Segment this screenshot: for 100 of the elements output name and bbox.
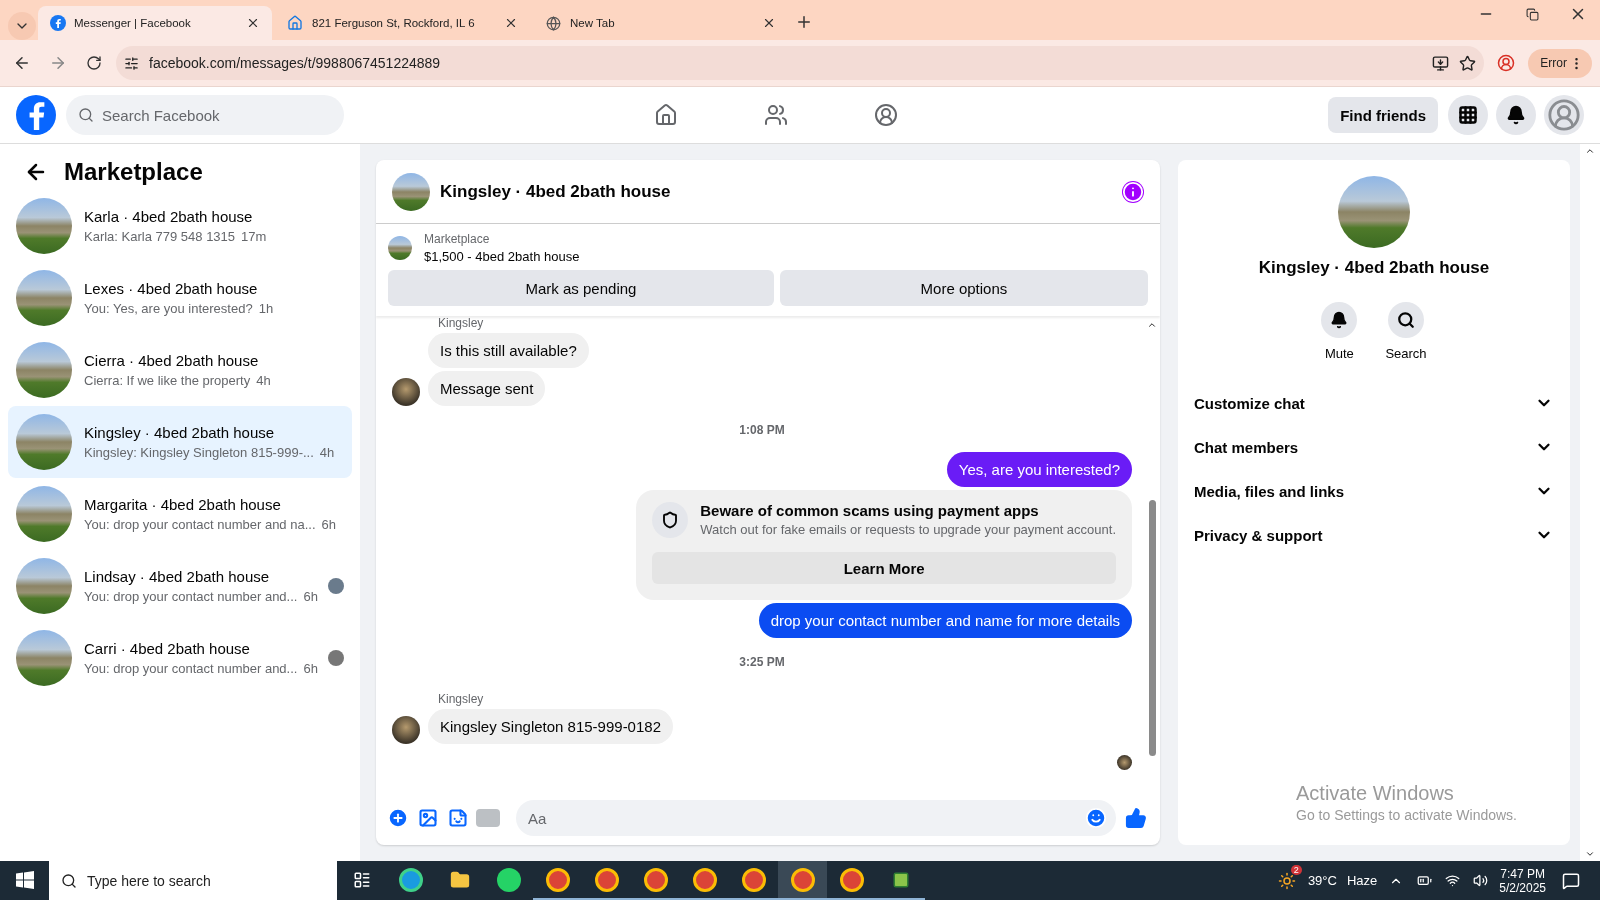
details-section[interactable]: Customize chat: [1194, 381, 1554, 425]
message-bubble: Is this still available?: [428, 333, 589, 368]
notification-badge: 2: [1290, 864, 1302, 875]
taskbar-clock[interactable]: 7:47 PM 5/2/2025: [1499, 866, 1546, 895]
message-time: 4h: [319, 445, 335, 460]
conversation-name: Cierra · 4bed 2bath house: [84, 352, 260, 369]
taskbar-search-field[interactable]: Type here to search: [49, 861, 337, 900]
globe-icon: [544, 14, 562, 32]
details-section[interactable]: Media, files and links: [1194, 469, 1554, 513]
message-field[interactable]: Aa: [516, 800, 1116, 836]
warning-title: Beware of common scams using payment apps: [700, 502, 1040, 519]
search-icon: [61, 872, 77, 889]
listing-action-button[interactable]: More options: [779, 270, 1148, 306]
facebook-logo[interactable]: [16, 95, 56, 135]
scrollbar-thumb[interactable]: [1148, 500, 1156, 756]
star-icon[interactable]: [1459, 54, 1477, 72]
photo-placeholder: [392, 172, 430, 211]
search-icon: [78, 107, 94, 123]
browser-tab[interactable]: 821 Ferguson St, Rockford, IL 6: [274, 6, 530, 40]
find-friends-button[interactable]: Find friends: [1328, 97, 1438, 133]
sender-name: Kingsley: [438, 316, 485, 330]
install-icon[interactable]: [1432, 54, 1450, 72]
image-icon[interactable]: [416, 806, 440, 830]
message-time: 6h: [303, 661, 318, 676]
message-preview: You: drop your contact number and...: [84, 661, 298, 676]
shield-icon: [652, 502, 689, 538]
message-preview: Cierra: If we like the property: [84, 373, 251, 388]
sidebar-title: Marketplace: [64, 158, 203, 186]
message-time: 6h: [303, 589, 318, 604]
scroll-down-icon[interactable]: [1585, 849, 1595, 859]
message-preview: You: drop your contact number and...: [84, 589, 298, 604]
listing-action-button[interactable]: Mark as pending: [388, 270, 774, 306]
sender-name: Kingsley: [438, 692, 485, 706]
tab-list-icon[interactable]: [8, 12, 36, 40]
bell-icon[interactable]: [1496, 95, 1536, 135]
timestamp: 1:08 PM: [739, 423, 785, 437]
message-time: 6h: [321, 517, 336, 532]
photo-placeholder: [388, 236, 412, 260]
message-preview: You: drop your contact number and na...: [84, 517, 316, 532]
message-bubble: Yes, are you interested?: [946, 452, 1132, 487]
facebook-icon: [50, 15, 66, 31]
seen-avatar: [1117, 755, 1132, 770]
profile-error-button[interactable]: Error: [1528, 48, 1592, 78]
details-section[interactable]: Chat members: [1194, 425, 1554, 469]
photo-placeholder: [16, 486, 72, 542]
browser-tab[interactable]: Messenger | Facebook: [38, 6, 272, 40]
message-time: 4h: [256, 373, 271, 388]
conversation-item[interactable]: Kingsley · 4bed 2bath house Kingsley: Kingsley Singleton 815-999-... 4h: [8, 406, 352, 478]
message-time: 1h: [258, 301, 274, 316]
photo-placeholder: [16, 414, 72, 470]
bell-icon[interactable]: [1321, 302, 1358, 338]
message-bubble: Kingsley Singleton 815-999-0182: [428, 709, 673, 744]
browser-tab[interactable]: New Tab: [532, 6, 788, 40]
site-settings-icon[interactable]: [124, 55, 139, 71]
profile-avatar-icon[interactable]: [1544, 95, 1584, 135]
conversation-name: Margarita · 4bed 2bath house: [84, 496, 282, 513]
message-preview: Kingsley: Kingsley Singleton 815-999-...: [84, 445, 314, 460]
message-bubble: Message sent: [428, 371, 546, 406]
photo-placeholder: [16, 270, 72, 326]
search-icon[interactable]: [1388, 302, 1424, 338]
message-preview: You: Yes, are you interested?: [84, 301, 253, 316]
learn-more-button[interactable]: Learn More: [652, 552, 1116, 584]
message-time: 17m: [241, 229, 267, 244]
listing-title: $1,500 - 4bed 2bath house: [424, 249, 580, 264]
contact-title: Kingsley · 4bed 2bath house: [1258, 258, 1490, 278]
menu-icon[interactable]: [1448, 95, 1488, 135]
page-scrollbar[interactable]: [1580, 144, 1600, 861]
browser-icon[interactable]: [778, 861, 827, 900]
action-label: Search: [1385, 346, 1427, 361]
plus-icon[interactable]: [386, 806, 410, 830]
conversation-item[interactable]: Margarita · 4bed 2bath house You: drop your contact number and na... 6h: [8, 478, 352, 550]
scroll-up-icon[interactable]: [1147, 320, 1157, 330]
conversation-item[interactable]: Lexes · 4bed 2bath house You: Yes, are you interested? 1h: [8, 262, 352, 334]
conversation-name: Karla · 4bed 2bath house: [84, 208, 254, 225]
emoji-icon[interactable]: [1084, 806, 1108, 830]
scroll-up-icon[interactable]: [1585, 146, 1595, 156]
conversation-item[interactable]: Cierra · 4bed 2bath house Cierra: If we like the property 4h: [8, 334, 352, 406]
timestamp: 3:25 PM: [739, 655, 785, 669]
action-label: Mute: [1324, 346, 1354, 361]
house-icon: [286, 14, 304, 32]
conversation-item[interactable]: Lindsay · 4bed 2bath house You: drop your contact number and... 6h: [8, 550, 352, 622]
temperature: 39°C: [1307, 873, 1337, 888]
message-bubble: drop your contact number and name for more details: [758, 603, 1132, 638]
conversation-name: Lindsay · 4bed 2bath house: [84, 568, 271, 585]
info-icon[interactable]: [1122, 180, 1144, 203]
weather-condition: Haze: [1346, 873, 1378, 888]
listing-label: Marketplace: [424, 232, 491, 246]
photo-placeholder: [16, 630, 72, 686]
details-section[interactable]: Privacy & support: [1194, 513, 1554, 557]
activation-title: Activate Windows: [1296, 782, 1455, 805]
search-field[interactable]: Search Facebook: [66, 95, 344, 135]
address-bar[interactable]: facebook.com/messages/t/9988067451224889: [116, 46, 1485, 80]
conversation-item[interactable]: Carri · 4bed 2bath house You: drop your contact number and... 6h: [8, 622, 352, 694]
photo-placeholder: [16, 342, 72, 398]
photo-placeholder: [16, 198, 72, 254]
warning-text: Watch out for fake emails or requests to upgrade your payment account.: [700, 522, 1116, 537]
sticker-icon[interactable]: [446, 806, 470, 830]
conversation-item[interactable]: Karla · 4bed 2bath house Karla: Karla 779 548 1315 17m: [8, 190, 352, 262]
conversation-name: Carri · 4bed 2bath house: [84, 640, 251, 657]
chat-title: Kingsley · 4bed 2bath house: [440, 181, 672, 202]
